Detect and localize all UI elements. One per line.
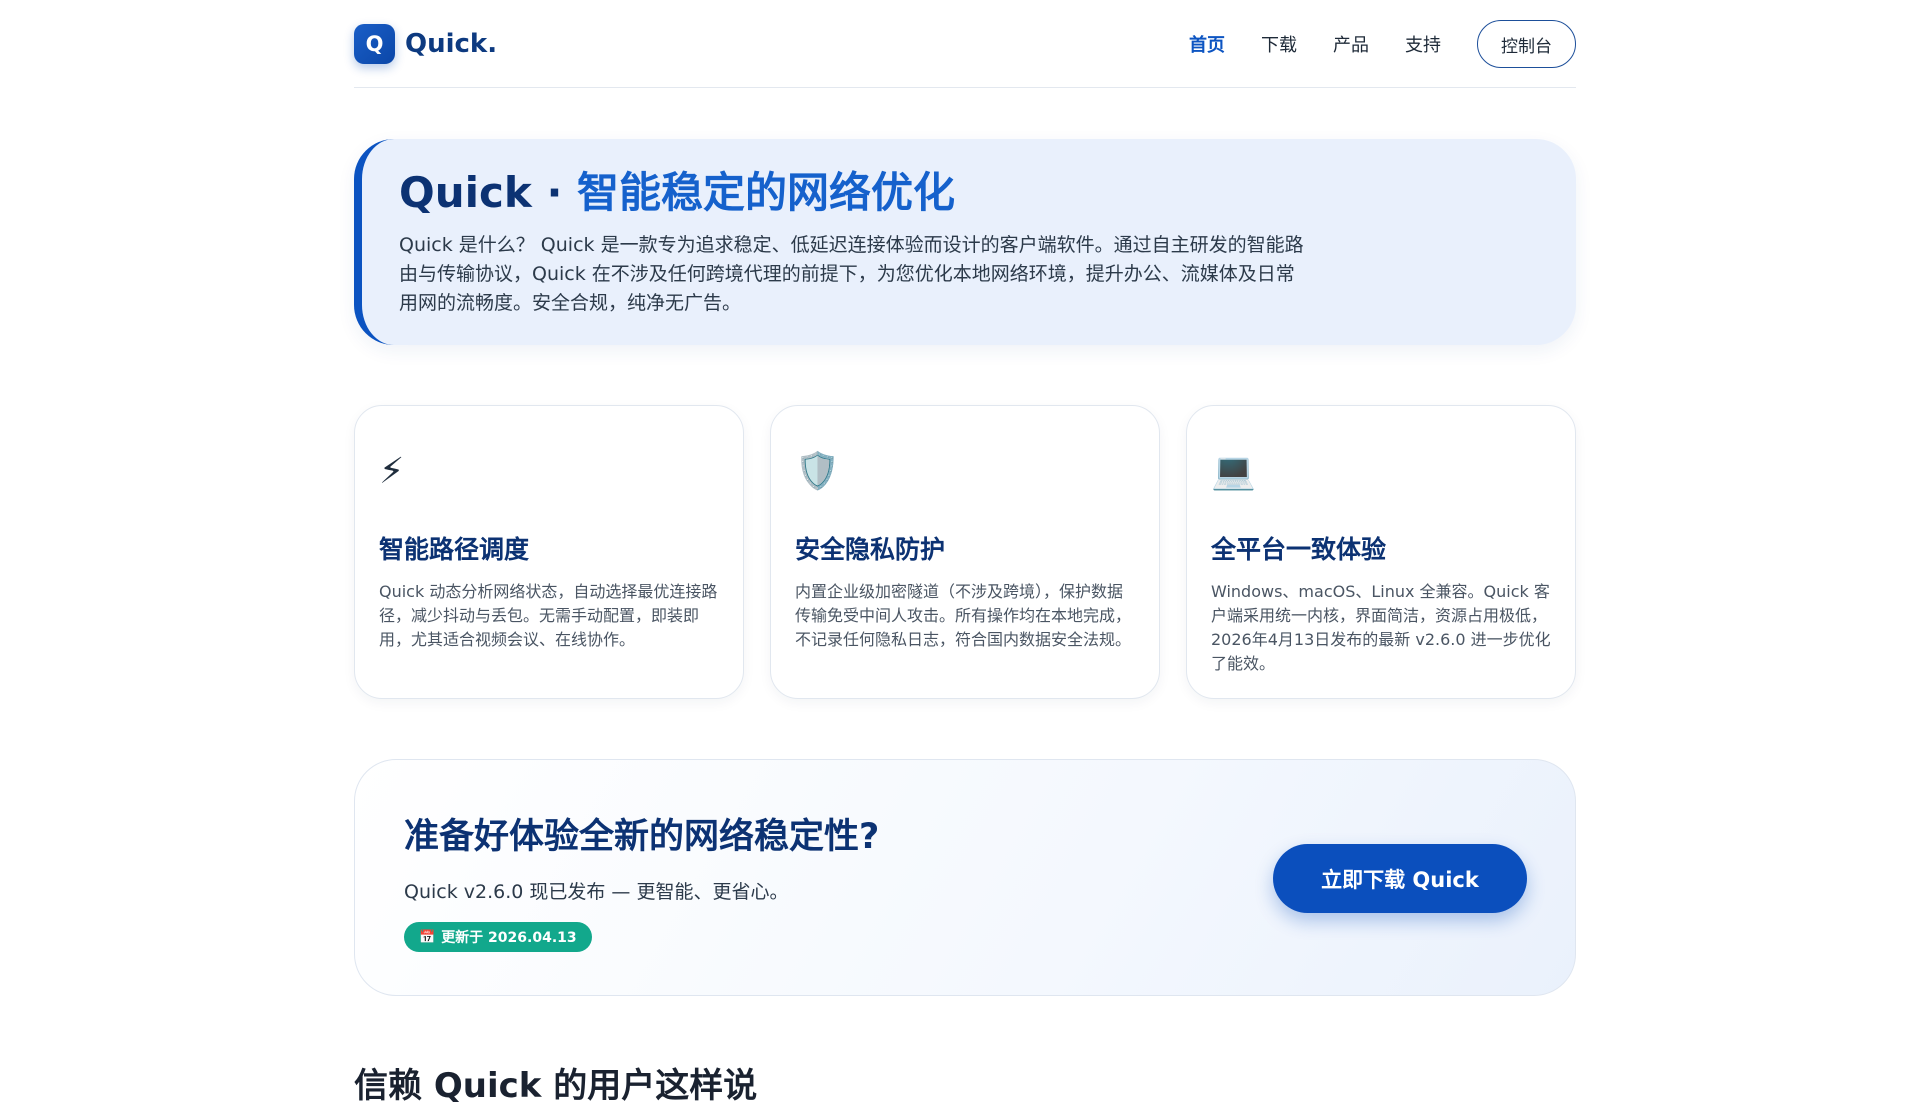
calendar-icon: 📅 [419,929,436,945]
nav-download[interactable]: 下载 [1261,31,1297,57]
site-header: Q Quick. 首页 下载 产品 支持 控制台 [354,0,1576,88]
feature-text: Windows、macOS、Linux 全兼容。Quick 客户端采用统一内核，… [1211,582,1551,673]
hero-title-main: Quick · [399,168,578,217]
download-cta: 准备好体验全新的网络稳定性? Quick v2.6.0 现已发布 — 更智能、更… [354,759,1576,996]
feature-title: 智能路径调度 [379,535,530,564]
feature-title: 全平台一致体验 [1211,535,1387,564]
shield-icon: 🛡️ [795,451,840,492]
testimonials-title: 信赖 Quick 的用户这样说 [354,1066,758,1106]
console-button[interactable]: 控制台 [1477,20,1576,68]
hero-description: Quick 是什么？ Quick 是一款专为追求稳定、低延迟连接体验而设计的客户… [399,234,1304,315]
feature-text: 内置企业级加密隧道（不涉及跨境），保护数据传输免受中间人攻击。所有操作均在本地完… [795,582,1132,649]
update-badge: 📅 更新于 2026.04.13 [404,922,592,952]
download-button[interactable]: 立即下载 Quick [1273,844,1527,913]
page-container: Q Quick. 首页 下载 产品 支持 控制台 Quick · 智能稳定的网络… [354,0,1576,1106]
hero-title-accent: 智能稳定的网络优化 [577,168,956,217]
hero-banner: Quick · 智能稳定的网络优化 Quick 是什么？ Quick 是一款专为… [354,139,1576,345]
nav-home[interactable]: 首页 [1189,31,1225,57]
feature-text: Quick 动态分析网络状态，自动选择最优连接路径，减少抖动与丢包。无需手动配置… [379,582,718,649]
feature-card-security: 🛡️ 安全隐私防护 内置企业级加密隧道（不涉及跨境），保护数据传输免受中间人攻击… [770,405,1160,699]
hero-title: Quick · 智能稳定的网络优化 [399,168,1576,217]
lightning-icon: ⚡ [379,451,405,492]
logo-mark-icon: Q [354,24,395,64]
main-nav: 首页 下载 产品 支持 控制台 [1189,20,1576,68]
nav-products[interactable]: 产品 [1333,31,1369,57]
feature-title: 安全隐私防护 [795,535,946,564]
laptop-icon: 💻 [1211,451,1256,492]
feature-card-platform: 💻 全平台一致体验 Windows、macOS、Linux 全兼容。Quick … [1186,405,1576,699]
brand-name: Quick. [405,29,498,59]
feature-card-routing: ⚡ 智能路径调度 Quick 动态分析网络状态，自动选择最优连接路径，减少抖动与… [354,405,744,699]
feature-cards: ⚡ 智能路径调度 Quick 动态分析网络状态，自动选择最优连接路径，减少抖动与… [354,405,1576,699]
logo[interactable]: Q Quick. [354,24,497,64]
update-badge-text: 更新于 2026.04.13 [441,930,577,946]
nav-support[interactable]: 支持 [1405,31,1441,57]
